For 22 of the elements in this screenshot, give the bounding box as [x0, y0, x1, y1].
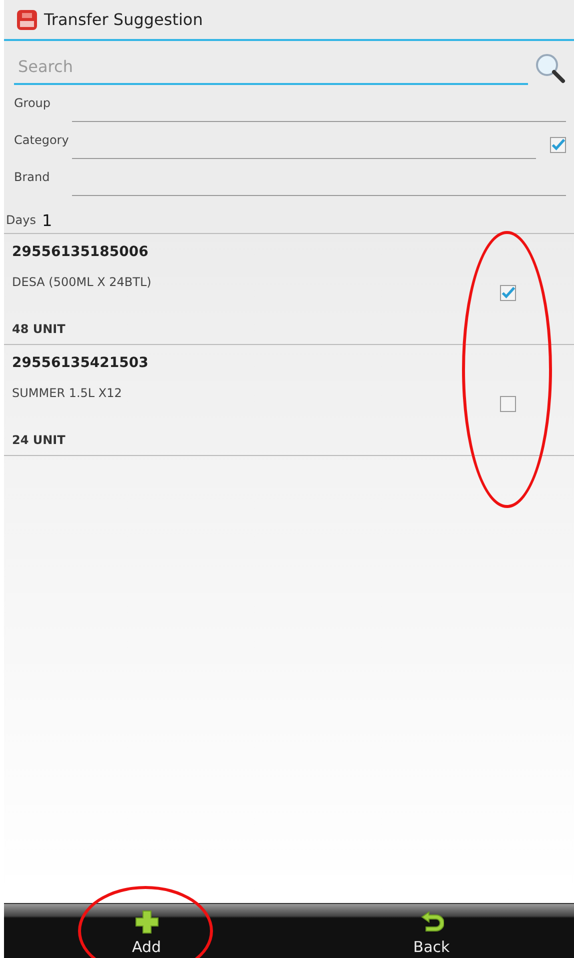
back-button[interactable]: Back: [289, 904, 574, 958]
plus-icon: [134, 910, 158, 934]
item-name: DESA (500ML X 24BTL): [12, 274, 152, 291]
days-field[interactable]: 1: [42, 207, 574, 233]
field-label: Brand: [14, 169, 51, 186]
search-field[interactable]: Search: [14, 51, 528, 85]
item-code: 29556135421503: [12, 354, 150, 373]
add-button[interactable]: Add: [4, 904, 289, 958]
checkbox[interactable]: [500, 396, 516, 412]
return-arrow-icon: [420, 910, 444, 934]
search-icon[interactable]: [534, 52, 566, 84]
field-label: Group: [14, 95, 52, 112]
window-title: Transfer Suggestion: [44, 8, 203, 30]
item-quantity: 48 UNIT: [12, 321, 66, 338]
field-label: Days: [6, 212, 36, 229]
checkbox[interactable]: [500, 285, 516, 301]
field-label: Category: [14, 132, 68, 149]
item-quantity: 24 UNIT: [12, 432, 66, 449]
item-code: 29556135185006: [12, 243, 150, 262]
item-name: SUMMER 1.5L X12: [12, 385, 123, 402]
app-icon: [16, 8, 38, 30]
checkbox[interactable]: [550, 137, 566, 153]
